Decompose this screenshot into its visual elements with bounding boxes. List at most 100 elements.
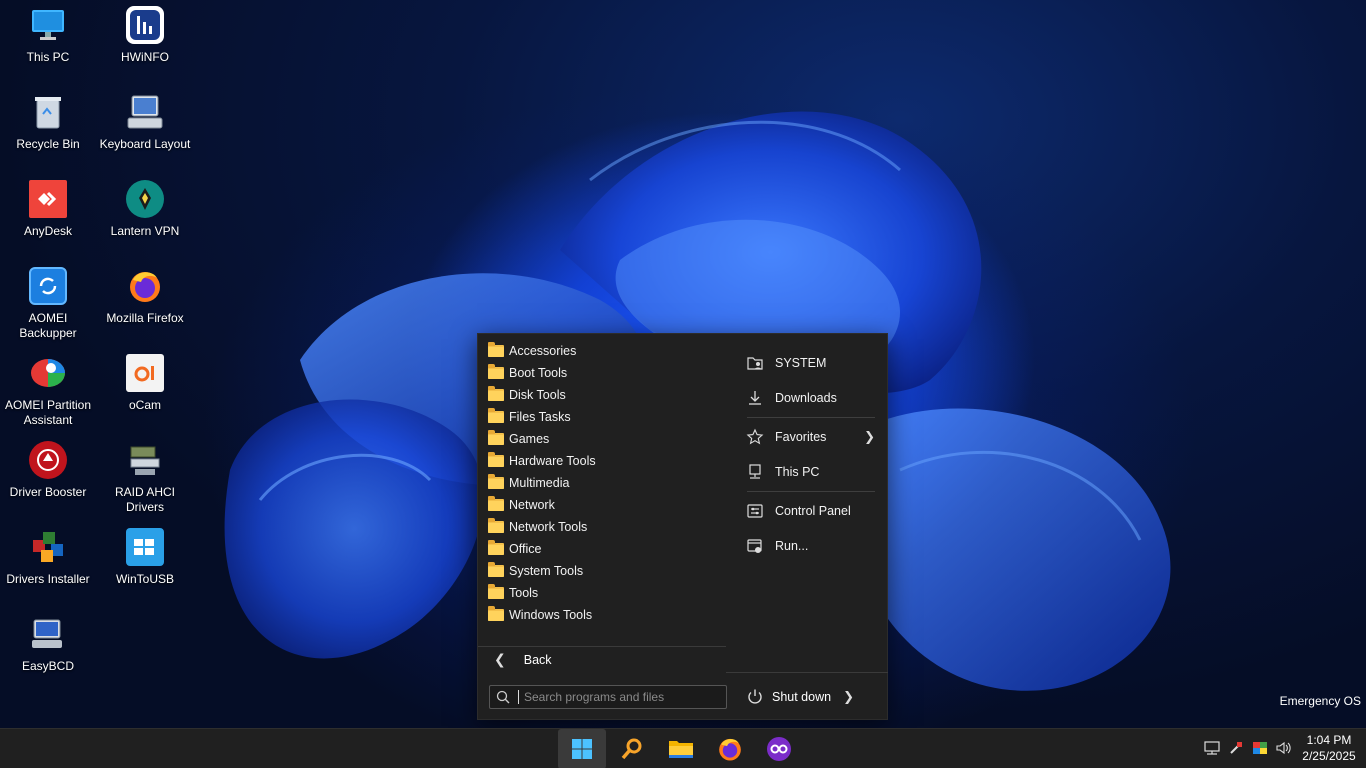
text-caret (518, 690, 519, 704)
desktop-icon-anydesk[interactable]: AnyDesk (0, 180, 96, 239)
shutdown-button[interactable]: Shut down ❯ (746, 685, 856, 709)
program-folder-label: Multimedia (509, 476, 570, 490)
folder-icon (488, 562, 504, 577)
shutdown-label: Shut down (772, 690, 832, 704)
program-folder-label: Network Tools (509, 520, 588, 534)
divider (747, 417, 875, 418)
app-icon (767, 737, 791, 761)
program-list: Accessories Boot Tools Disk Tools Files Tas… (478, 340, 726, 626)
driver-booster-icon (29, 441, 67, 479)
run-link[interactable]: Run... (740, 535, 875, 557)
back-label: Back (523, 652, 552, 667)
control-panel-label: Control Panel (775, 504, 851, 518)
program-folder-item[interactable]: Boot Tools (478, 362, 726, 384)
color-display-icon[interactable] (1251, 739, 1269, 757)
program-folder-label: Hardware Tools (509, 454, 596, 468)
folder-icon (488, 584, 504, 599)
desktop-icon-label: This PC (26, 50, 70, 64)
desktop-icon-raid-ahci[interactable]: RAID AHCI Drivers (97, 441, 193, 515)
taskbar-app[interactable] (755, 729, 803, 768)
program-folder-item[interactable]: Office (478, 538, 726, 560)
program-folder-label: Office (509, 542, 542, 556)
program-folder-item[interactable]: Games (478, 428, 726, 450)
system-label: SYSTEM (775, 356, 827, 370)
program-folder-label: Windows Tools (509, 608, 593, 622)
back-button[interactable]: ❮ Back (478, 646, 726, 672)
firefox-icon (126, 267, 164, 305)
ocam-icon (126, 354, 164, 392)
desktop-icon-this-pc[interactable]: This PC (0, 6, 96, 65)
raid-drivers-icon (126, 441, 164, 479)
folder-icon (488, 606, 504, 621)
start-button[interactable] (558, 729, 606, 768)
program-folder-item[interactable]: Windows Tools (478, 604, 726, 626)
desktop-icon-label: oCam (128, 398, 161, 412)
desktop-icon-aomei-partition[interactable]: AOMEI Partition Assistant (0, 354, 96, 428)
desktop-icon-label: HWiNFO (121, 50, 169, 64)
wintousb-icon (126, 528, 164, 566)
program-folder-label: Network (509, 498, 555, 512)
desktop-icon-label: Driver Booster (9, 485, 87, 499)
right-panel: SYSTEM Downloads Favorites ❯ This PC Con… (740, 352, 875, 557)
chevron-right-icon[interactable]: ❯ (843, 689, 854, 705)
taskbar: 1:04 PM 2/25/2025 (0, 728, 1366, 768)
desktop-icon-label: Keyboard Layout (99, 137, 191, 151)
program-folder-item[interactable]: Files Tasks (478, 406, 726, 428)
folder-icon (488, 430, 504, 445)
desktop-icon-wintousb[interactable]: WinToUSB (97, 528, 193, 587)
program-folder-item[interactable]: System Tools (478, 560, 726, 582)
taskbar-search-button[interactable] (608, 729, 656, 768)
this-pc-label: This PC (775, 465, 820, 479)
desktop-icon-easybcd[interactable]: EasyBCD (0, 615, 96, 674)
clock-date: 2/25/2025 (1302, 749, 1356, 763)
taskbar-firefox[interactable] (706, 729, 754, 768)
desktop-icon-lantern-vpn[interactable]: Lantern VPN (97, 180, 193, 239)
desktop-icon-label: RAID AHCI Drivers (114, 485, 175, 514)
keyboard-icon (126, 93, 164, 131)
program-folder-item[interactable]: Network (478, 494, 726, 516)
run-icon (747, 539, 762, 553)
desktop-icon-driver-booster[interactable]: Driver Booster (0, 441, 96, 500)
search-icon (621, 738, 642, 760)
folder-icon (488, 518, 504, 533)
network-icon[interactable] (1203, 739, 1221, 757)
desktop-icon-aomei-backupper[interactable]: AOMEI Backupper (0, 267, 96, 341)
taskbar-file-explorer[interactable] (657, 729, 705, 768)
desktop-icon-ocam[interactable]: oCam (97, 354, 193, 413)
folder-icon (488, 452, 504, 467)
search-box[interactable] (489, 685, 727, 709)
desktop-icon-drivers-installer[interactable]: Drivers Installer (0, 528, 96, 587)
clock-time: 1:04 PM (1306, 733, 1352, 747)
this-pc-link[interactable]: This PC (740, 461, 875, 483)
folder-icon (488, 540, 504, 555)
downloads-link[interactable]: Downloads (740, 387, 875, 409)
folder-icon (488, 408, 504, 423)
program-folder-label: Games (509, 432, 550, 446)
folder-icon (488, 342, 504, 357)
clock[interactable]: 1:04 PM 2/25/2025 (1294, 732, 1364, 764)
system-folder-link[interactable]: SYSTEM (740, 352, 875, 374)
favorites-label: Favorites (775, 430, 827, 444)
program-folder-item[interactable]: Multimedia (478, 472, 726, 494)
program-folder-item[interactable]: Tools (478, 582, 726, 604)
desktop-icon-recycle-bin[interactable]: Recycle Bin (0, 93, 96, 152)
program-folder-item[interactable]: Accessories (478, 340, 726, 362)
computer-icon (749, 464, 761, 479)
divider (747, 491, 875, 492)
desktop-icon-mozilla-firefox[interactable]: Mozilla Firefox (97, 267, 193, 326)
divider (726, 672, 888, 673)
favorites-link[interactable]: Favorites ❯ (740, 426, 875, 448)
search-input[interactable] (524, 690, 714, 704)
desktop-icon-label: EasyBCD (21, 659, 74, 673)
desktop-icon-keyboard-layout[interactable]: Keyboard Layout (97, 93, 193, 152)
program-folder-item[interactable]: Hardware Tools (478, 450, 726, 472)
program-folder-item[interactable]: Network Tools (478, 516, 726, 538)
aomei-backupper-icon (29, 267, 67, 305)
volume-icon[interactable] (1275, 739, 1293, 757)
desktop-icon-label: WinToUSB (115, 572, 174, 586)
desktop-icon-label: AnyDesk (23, 224, 73, 238)
desktop-icon-hwinfo[interactable]: HWiNFO (97, 6, 193, 65)
usb-icon[interactable] (1227, 739, 1245, 757)
program-folder-item[interactable]: Disk Tools (478, 384, 726, 406)
control-panel-link[interactable]: Control Panel (740, 500, 875, 522)
